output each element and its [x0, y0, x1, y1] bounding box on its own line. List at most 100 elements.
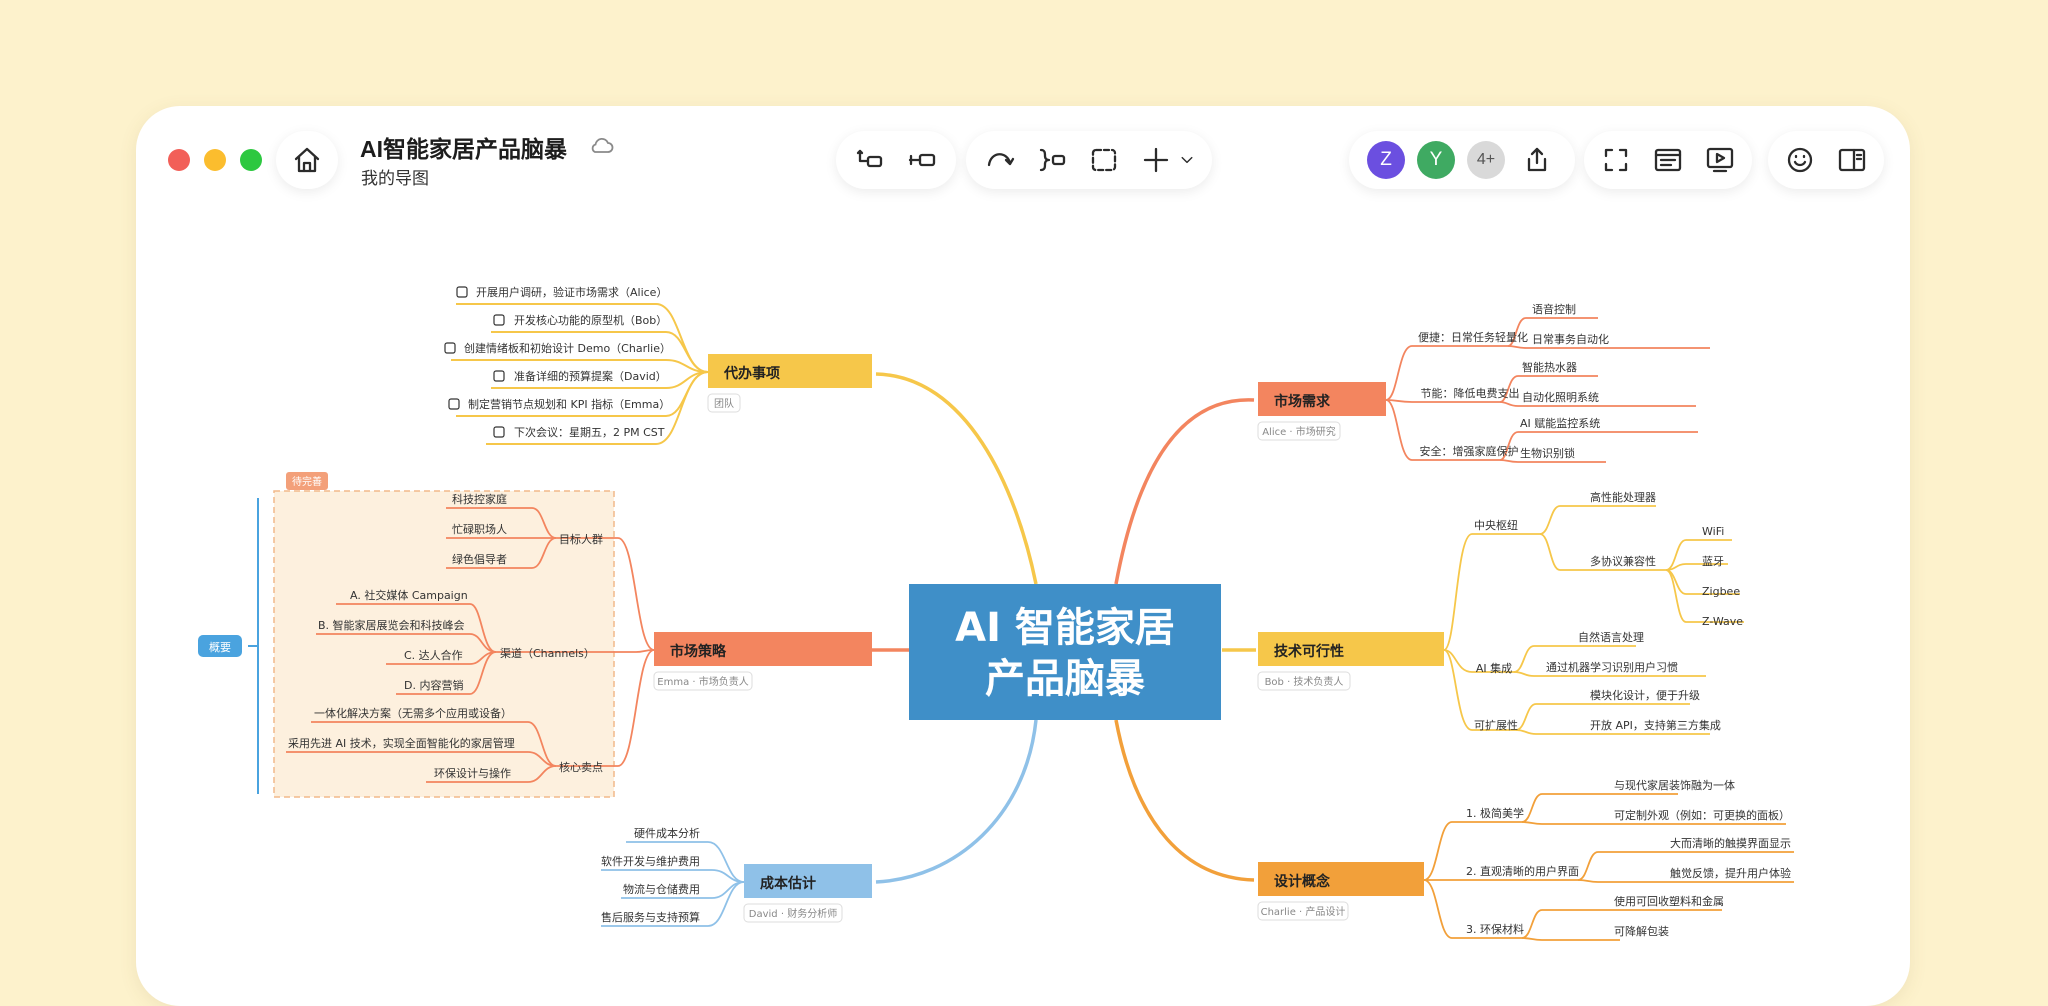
demand-labels: 便捷：日常任务轻量化 节能：降低电费支出 安全：增强家庭保护 语音控制 日常事务… — [1418, 302, 1609, 460]
leaf-label[interactable]: 智能热水器 — [1522, 360, 1577, 374]
leaf-label[interactable]: 高性能处理器 — [1590, 490, 1656, 504]
leaf-label[interactable]: 大而清晰的触摸界面显示 — [1670, 836, 1791, 850]
todo-item[interactable]: 开展用户调研，验证市场需求（Alice） — [456, 285, 667, 299]
todo-item-label: 制定营销节点规划和 KPI 指标（Emma） — [468, 397, 670, 411]
boundary-label[interactable]: 待完善 — [286, 472, 328, 490]
leaf-label[interactable]: 自动化照明系统 — [1522, 390, 1599, 404]
tag-label: Alice · 市场研究 — [1262, 425, 1336, 438]
tag-label: 团队 — [714, 397, 734, 410]
todo-item-label: 开发核心功能的原型机（Bob） — [514, 313, 667, 327]
topic-tech[interactable]: 技术可行性 — [1258, 632, 1444, 666]
tag-label: David · 财务分析师 — [749, 907, 837, 920]
todo-item[interactable]: 制定营销节点规划和 KPI 指标（Emma） — [448, 397, 670, 411]
topic-design[interactable]: 设计概念 — [1258, 862, 1424, 896]
checkbox-icon[interactable] — [493, 314, 505, 326]
leaf-label[interactable]: AI 赋能监控系统 — [1520, 416, 1600, 430]
leaf-label[interactable]: B. 智能家居展览会和科技峰会 — [318, 618, 465, 632]
leaf-label[interactable]: 开放 API，支持第三方集成 — [1590, 718, 1721, 732]
topic-market-demand[interactable]: 市场需求 — [1258, 382, 1386, 416]
central-topic[interactable]: AI 智能家居 产品脑暴 — [909, 584, 1221, 720]
leaf-label[interactable]: 售后服务与支持预算 — [601, 910, 700, 924]
leaf-label[interactable]: 环保设计与操作 — [434, 766, 511, 780]
branch-line — [875, 719, 1038, 884]
leaf-label[interactable]: 使用可回收塑料和金属 — [1614, 894, 1724, 908]
leaf-label[interactable]: 采用先进 AI 技术，实现全面智能化的家居管理 — [288, 736, 515, 750]
topic-title: 设计概念 — [1274, 873, 1331, 890]
todo-item[interactable]: 开发核心功能的原型机（Bob） — [493, 313, 667, 327]
branch-line — [1114, 719, 1255, 882]
tech-labels: 中央枢纽 高性能处理器 多协议兼容性 WiFi 蓝牙 Zigbee Z-Wave… — [1474, 490, 1743, 732]
leaf-label[interactable]: 日常事务自动化 — [1532, 332, 1609, 346]
branch-label[interactable]: 1. 极简美学 — [1466, 806, 1524, 820]
todo-item-label: 准备详细的预算提案（David） — [514, 369, 667, 383]
topic-title: 市场需求 — [1274, 393, 1331, 410]
summary-label: 概要 — [209, 641, 231, 654]
leaf-label[interactable]: 软件开发与维护费用 — [601, 854, 700, 868]
branch-label[interactable]: 可扩展性 — [1474, 718, 1518, 732]
leaf-label[interactable]: 自然语言处理 — [1578, 630, 1644, 644]
todo-item[interactable]: 准备详细的预算提案（David） — [493, 369, 667, 383]
tag-label: Bob · 技术负责人 — [1265, 675, 1344, 688]
branch-label[interactable]: 3. 环保材料 — [1466, 922, 1524, 936]
topic-todo[interactable]: 代办事项 — [708, 354, 872, 388]
branch-label[interactable]: AI 集成 — [1476, 661, 1512, 675]
branch-label[interactable]: 安全：增强家庭保护 — [1420, 444, 1519, 458]
tag-label: Charlie · 产品设计 — [1261, 905, 1346, 918]
leaf-label[interactable]: 可降解包装 — [1614, 924, 1669, 938]
leaf-label[interactable]: C. 达人合作 — [404, 648, 463, 662]
summary-node[interactable]: 概要 — [198, 635, 242, 657]
topic-tag: Charlie · 产品设计 — [1257, 901, 1349, 921]
branch-line — [1114, 398, 1255, 585]
mind-map-canvas: AI 智能家居 产品脑暴 代办事项 团队 开展用户调研，验证市场需求（Alice… — [198, 285, 1794, 941]
leaf-label[interactable]: 通过机器学习识别用户习惯 — [1546, 660, 1678, 674]
topic-title: 技术可行性 — [1274, 643, 1344, 660]
leaf-label[interactable]: 硬件成本分析 — [634, 826, 700, 840]
leaf-label[interactable]: 可定制外观（例如：可更换的面板） — [1614, 808, 1790, 822]
checkbox-icon[interactable] — [493, 370, 505, 382]
todo-item-label: 下次会议：星期五，2 PM CST — [514, 425, 665, 439]
checkbox-icon[interactable] — [444, 342, 456, 354]
leaf-label[interactable]: 绿色倡导者 — [452, 552, 507, 566]
branch-label[interactable]: 目标人群 — [559, 532, 603, 546]
leaf-label[interactable]: Zigbee — [1702, 585, 1740, 598]
design-labels: 1. 极简美学 2. 直观清晰的用户界面 3. 环保材料 与现代家居装饰融为一体… — [1466, 778, 1791, 938]
leaf-label[interactable]: 物流与仓储费用 — [623, 882, 700, 896]
topic-market-strategy[interactable]: 市场策略 — [654, 632, 872, 666]
checkbox-icon[interactable] — [448, 398, 460, 410]
branch-label[interactable]: 便捷：日常任务轻量化 — [1418, 330, 1528, 344]
topic-tag: Emma · 市场负责人 — [653, 671, 753, 691]
topic-tag: 团队 — [707, 393, 741, 413]
leaf-label[interactable]: 模块化设计，便于升级 — [1590, 688, 1700, 702]
leaf-label[interactable]: 一体化解决方案（无需多个应用或设备） — [314, 706, 512, 720]
leaf-label[interactable]: Z-Wave — [1702, 615, 1743, 628]
branch-label[interactable]: 渠道（Channels） — [500, 646, 595, 660]
todo-item[interactable]: 创建情绪板和初始设计 Demo（Charlie） — [444, 341, 671, 355]
tag-label: Emma · 市场负责人 — [657, 675, 748, 688]
topic-tag: Alice · 市场研究 — [1257, 421, 1341, 441]
checkbox-icon[interactable] — [493, 426, 505, 438]
branch-label[interactable]: 2. 直观清晰的用户界面 — [1466, 864, 1579, 878]
leaf-label[interactable]: 与现代家居装饰融为一体 — [1614, 778, 1735, 792]
leaf-label[interactable]: A. 社交媒体 Campaign — [350, 588, 468, 602]
topic-title: 成本估计 — [760, 875, 816, 892]
checkbox-icon[interactable] — [456, 286, 468, 298]
leaf-label[interactable]: 多协议兼容性 — [1590, 554, 1656, 568]
leaf-label[interactable]: D. 内容营销 — [404, 678, 463, 692]
leaf-label[interactable]: 语音控制 — [1532, 302, 1576, 316]
leaf-label[interactable]: 生物识别锁 — [1520, 446, 1575, 460]
central-topic-line1: AI 智能家居 — [955, 605, 1175, 651]
branch-line — [875, 372, 1038, 585]
central-topic-line2: 产品脑暴 — [985, 656, 1145, 702]
topic-cost[interactable]: 成本估计 — [744, 864, 872, 898]
leaf-label[interactable]: 忙碌职场人 — [452, 522, 507, 536]
leaf-label[interactable]: WiFi — [1702, 525, 1724, 538]
leaf-label[interactable]: 蓝牙 — [1702, 555, 1724, 568]
leaf-label[interactable]: 科技控家庭 — [452, 492, 507, 506]
branch-label[interactable]: 节能：降低电费支出 — [1421, 386, 1520, 400]
leaf-label[interactable]: 触觉反馈，提升用户体验 — [1670, 866, 1791, 880]
topic-title: 代办事项 — [723, 365, 780, 382]
topic-tag: Bob · 技术负责人 — [1257, 671, 1351, 691]
branch-label[interactable]: 中央枢纽 — [1474, 518, 1518, 532]
todo-item[interactable]: 下次会议：星期五，2 PM CST — [493, 425, 665, 439]
branch-label[interactable]: 核心卖点 — [559, 760, 603, 774]
